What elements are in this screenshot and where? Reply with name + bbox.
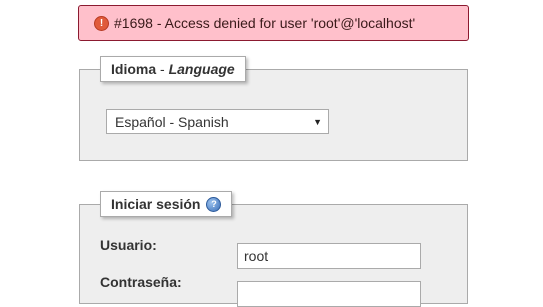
error-message-box: ! #1698 - Access denied for user 'root'@… xyxy=(78,5,469,41)
alert-icon: ! xyxy=(94,15,109,31)
language-legend: Idioma - Language xyxy=(100,56,246,82)
username-label: Usuario: xyxy=(100,237,157,253)
legend-language: Language xyxy=(168,61,235,77)
chevron-down-icon: ▼ xyxy=(313,116,322,127)
help-icon[interactable]: ? xyxy=(206,196,222,212)
username-input[interactable]: root xyxy=(237,243,421,269)
legend-separator: - xyxy=(156,61,169,77)
legend-idioma: Idioma xyxy=(111,61,157,77)
username-input-value: root xyxy=(244,248,269,264)
login-legend-label: Iniciar sesión xyxy=(111,196,201,212)
login-legend: Iniciar sesión ? xyxy=(100,191,233,217)
language-select-value: Español - Spanish xyxy=(115,113,229,130)
login-fieldset: Iniciar sesión ? Usuario: root Contraseñ… xyxy=(79,191,468,307)
language-select[interactable]: Español - Spanish ▼ xyxy=(106,109,329,134)
error-text: #1698 - Access denied for user 'root'@'l… xyxy=(114,15,416,31)
password-label: Contraseña: xyxy=(100,274,182,290)
language-fieldset: Idioma - Language Español - Spanish ▼ xyxy=(79,56,468,161)
